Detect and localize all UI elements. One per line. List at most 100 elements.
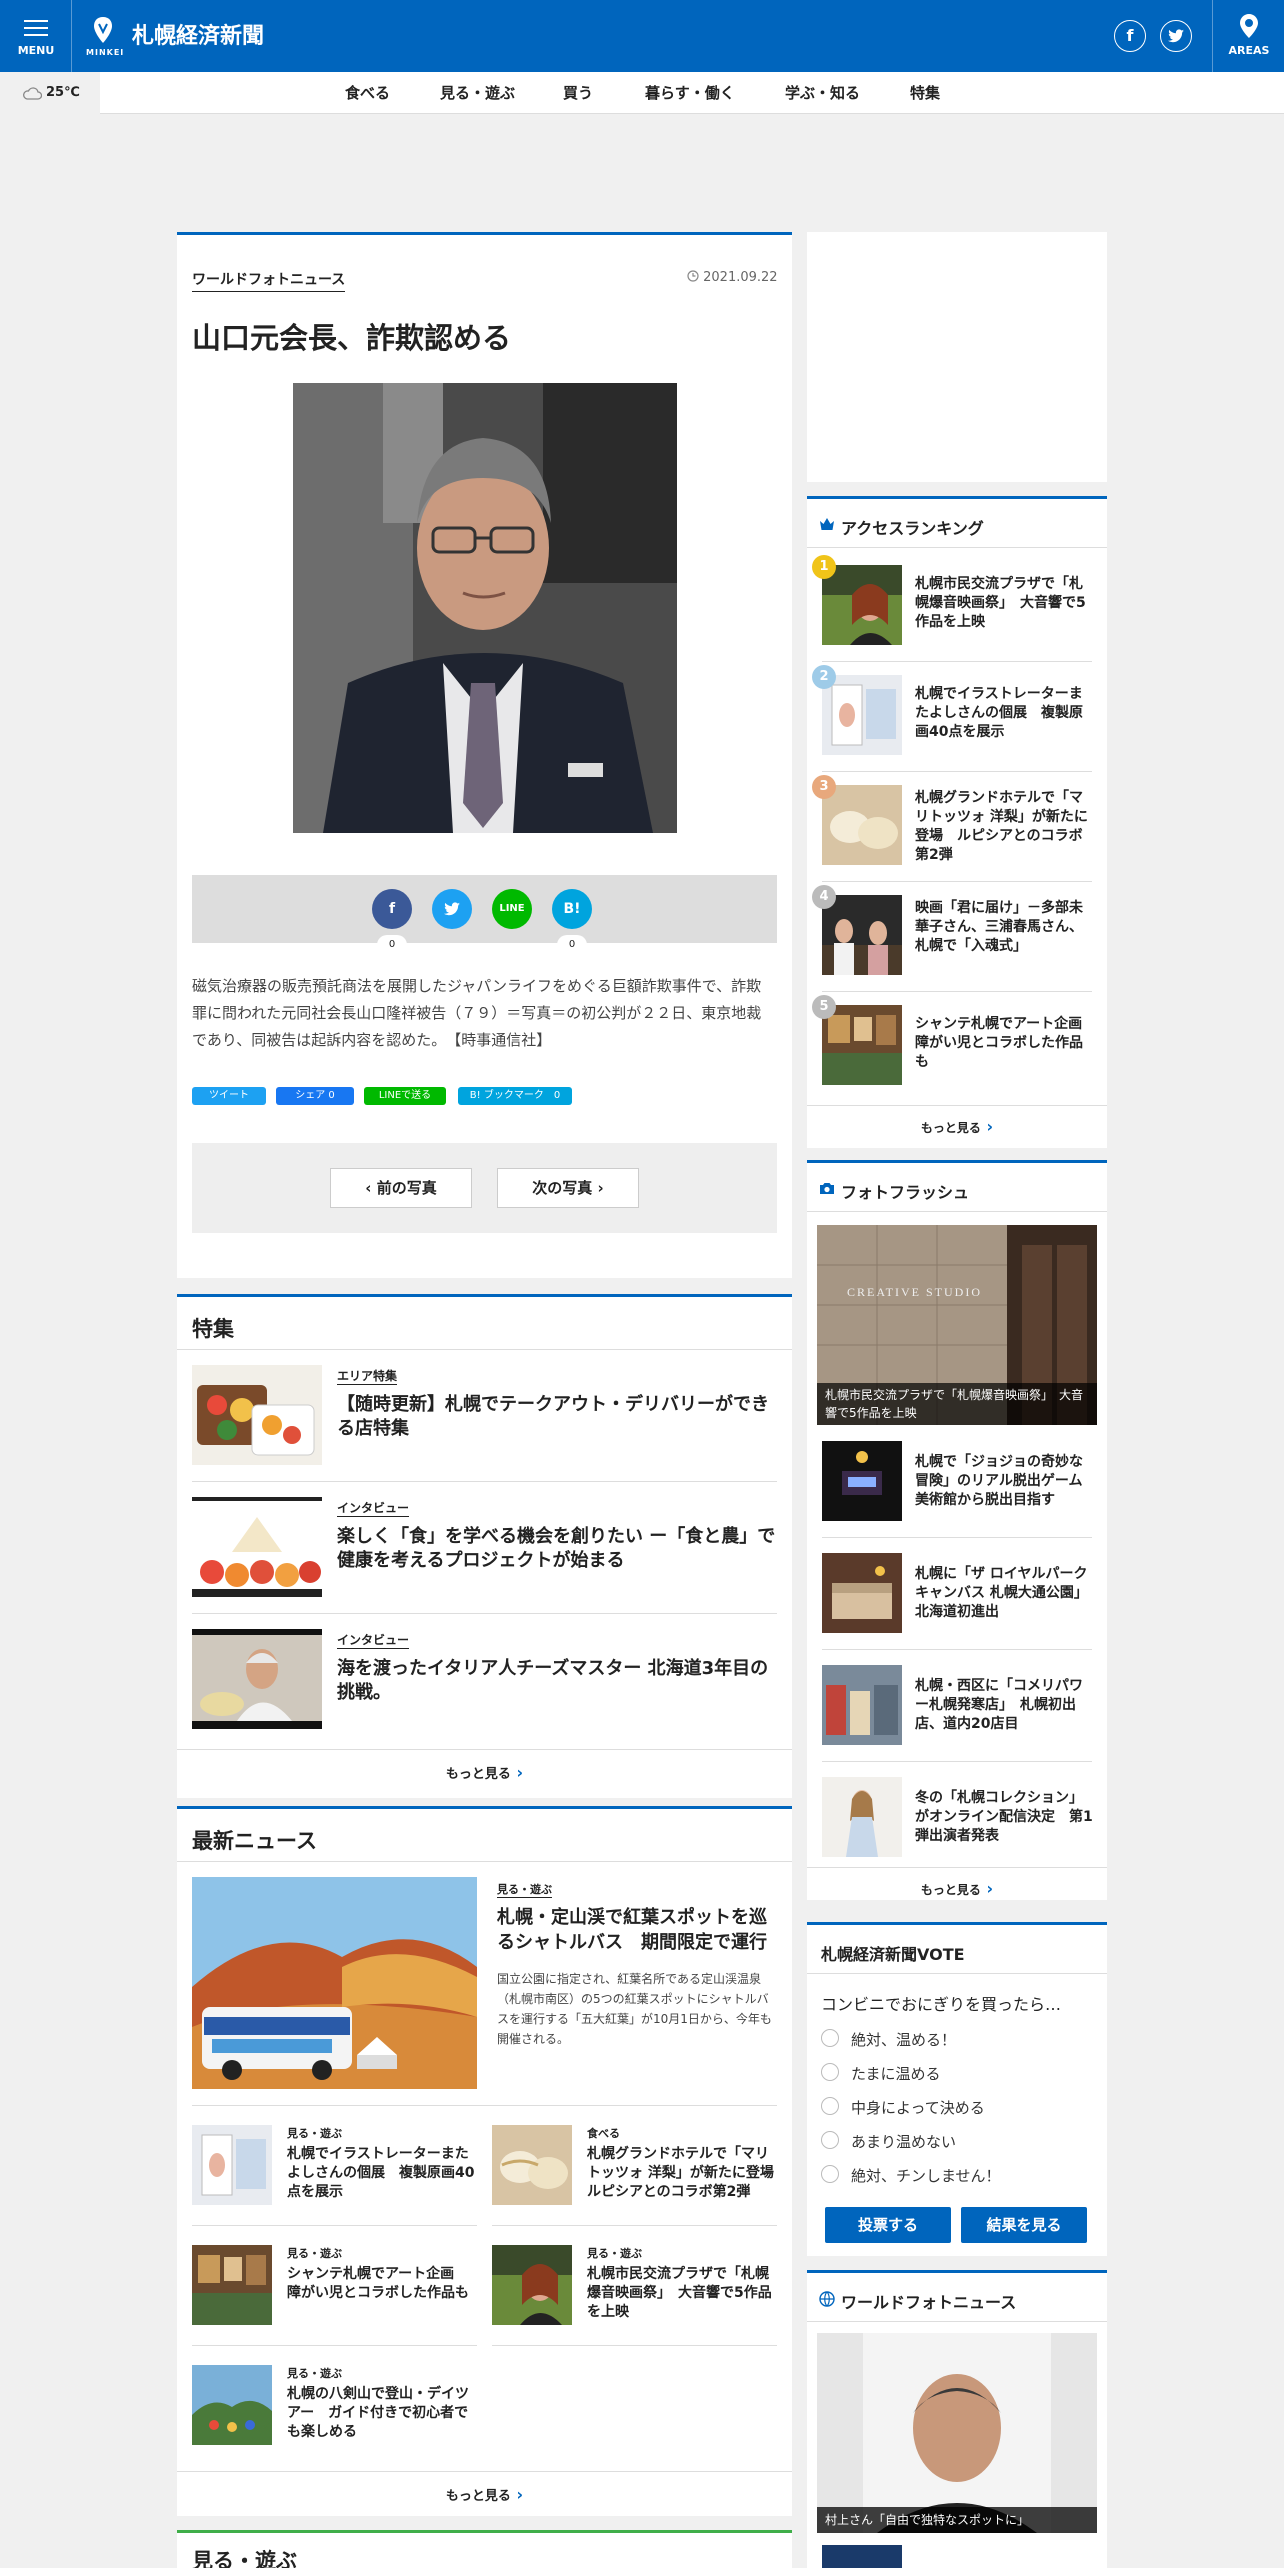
- features-more-link[interactable]: もっと見る: [177, 1763, 792, 1782]
- ranking-more-link[interactable]: もっと見る: [807, 1117, 1107, 1136]
- hatena-bookmark-button[interactable]: B! ブックマーク 0: [458, 1087, 572, 1105]
- photo-pager: ‹ 前の写真 次の写真 ›: [192, 1143, 777, 1233]
- ranking-thumb[interactable]: [822, 565, 902, 645]
- vote-radio[interactable]: [821, 2029, 839, 2047]
- news-thumb[interactable]: [192, 2365, 272, 2445]
- ranking-thumb[interactable]: [822, 785, 902, 865]
- areas-button[interactable]: AREAS: [1212, 0, 1284, 72]
- article-photo: [293, 383, 677, 833]
- feature-title[interactable]: 海を渡ったイタリア人チーズマスター 北海道3年目の挑戦。: [337, 1657, 777, 1705]
- lead-news-title[interactable]: 札幌・定山渓で紅葉スポットを巡るシャトルバス 期間限定で運行: [497, 1905, 782, 1955]
- vote-option[interactable]: 絶対、温める！: [851, 2029, 956, 2050]
- line-send-button[interactable]: LINEで送る: [364, 1087, 446, 1105]
- vote-option[interactable]: たまに温める: [851, 2063, 941, 2084]
- feature-thumb[interactable]: [192, 1365, 322, 1465]
- photoflash-item-title[interactable]: 札幌に「ザ ロイヤルパークキャンバス 札幌大通公園」 北海道初進出: [915, 1565, 1095, 1622]
- facebook-share-icon[interactable]: f: [372, 889, 412, 929]
- nav-item-learn[interactable]: 学ぶ・知る: [785, 72, 860, 114]
- ranking-thumb[interactable]: [822, 1005, 902, 1085]
- fb-share-button[interactable]: シェア 0: [276, 1087, 354, 1105]
- prev-photo-button[interactable]: ‹ 前の写真: [330, 1168, 472, 1208]
- hatena-share-count: 0: [557, 935, 587, 955]
- facebook-share-count: 0: [377, 935, 407, 955]
- article-category[interactable]: ワールドフォトニュース: [192, 269, 346, 292]
- news-tag[interactable]: 見る・遊ぶ: [587, 2245, 642, 2261]
- vote-option[interactable]: あまり温めない: [851, 2131, 956, 2152]
- photoflash-lead-photo[interactable]: CREATIVE STUDIO 札幌市民交流プラザで「札幌爆音映画祭」 大音響で…: [817, 1225, 1097, 1425]
- ranking-thumb[interactable]: [822, 895, 902, 975]
- news-tag[interactable]: 食べる: [587, 2125, 620, 2141]
- ad-slot: [807, 232, 1107, 482]
- twitter-share-icon[interactable]: [432, 889, 472, 929]
- lead-news-tag[interactable]: 見る・遊ぶ: [497, 1881, 552, 1898]
- news-title[interactable]: 札幌市民交流プラザで「札幌爆音映画祭」 大音響で5作品を上映: [587, 2265, 777, 2322]
- vote-radio[interactable]: [821, 2063, 839, 2081]
- photoflash-thumb[interactable]: [822, 1777, 902, 1857]
- ranking-item-title[interactable]: 映画「君に届け」－多部未華子さん、三浦春馬さん、札幌で「入魂式」: [915, 899, 1095, 956]
- photoflash-thumb[interactable]: [822, 1441, 902, 1521]
- feature-tag[interactable]: エリア特集: [337, 1367, 398, 1385]
- news-tag[interactable]: 見る・遊ぶ: [287, 2125, 342, 2141]
- feature-thumb[interactable]: [192, 1497, 322, 1597]
- news-title[interactable]: 札幌でイラストレーターまたよしさんの個展 複製原画40点を展示: [287, 2145, 477, 2202]
- vote-option[interactable]: 中身によって決める: [851, 2097, 985, 2118]
- menu-label: MENU: [17, 44, 55, 57]
- logo-sub: MINKEI: [86, 48, 125, 57]
- menu-button[interactable]: MENU: [0, 0, 72, 72]
- feature-title[interactable]: 楽しく「食」を学べる機会を創りたい ー「食と農」で健康を考えるプロジェクトが始ま…: [337, 1525, 777, 1573]
- twitter-icon[interactable]: [1160, 20, 1192, 52]
- next-photo-button[interactable]: 次の写真 ›: [497, 1168, 639, 1208]
- feature-tag[interactable]: インタビュー: [337, 1631, 410, 1649]
- photoflash-more-link[interactable]: もっと見る: [807, 1879, 1107, 1898]
- nav-item-see-play[interactable]: 見る・遊ぶ: [440, 72, 515, 114]
- vote-submit-button[interactable]: 投票する: [825, 2207, 951, 2243]
- news-tag[interactable]: 見る・遊ぶ: [287, 2365, 342, 2381]
- feature-title[interactable]: 【随時更新】札幌でテークアウト・デリバリーができる店特集: [337, 1393, 777, 1441]
- latest-more-link[interactable]: もっと見る: [177, 2485, 792, 2504]
- news-thumb[interactable]: [192, 2245, 272, 2325]
- vote-title: 札幌経済新聞VOTE: [821, 1945, 965, 1964]
- vote-results-button[interactable]: 結果を見る: [961, 2207, 1087, 2243]
- world-photo-thumb[interactable]: [822, 2545, 902, 2568]
- nav-item-buy[interactable]: 買う: [563, 72, 593, 114]
- globe-icon: [819, 2291, 835, 2307]
- news-title[interactable]: 札幌グランドホテルで「マリトッツォ 洋梨」が新たに登場 ルピシアとのコラボ第2弾: [587, 2145, 788, 2202]
- world-photo-lead[interactable]: 村上さん「自由で独特なスポットに」: [817, 2333, 1097, 2533]
- ranking-item-title[interactable]: 札幌市民交流プラザで「札幌爆音映画祭」 大音響で5作品を上映: [915, 575, 1095, 632]
- nav-item-eat[interactable]: 食べる: [345, 72, 390, 114]
- vote-radio[interactable]: [821, 2165, 839, 2183]
- rank-badge: 5: [812, 995, 836, 1019]
- hatena-share-icon[interactable]: B!: [552, 889, 592, 929]
- news-title[interactable]: 札幌の八剣山で登山・デイツアー ガイド付きで初心者でも楽しめる: [287, 2385, 477, 2442]
- site-header: MENU MINKEI 札幌経済新聞 f AREAS: [0, 0, 1284, 72]
- vote-radio[interactable]: [821, 2131, 839, 2149]
- photoflash-item-title[interactable]: 札幌で「ジョジョの奇妙な冒険」のリアル脱出ゲーム 美術館から脱出目指す: [915, 1453, 1096, 1510]
- photoflash-title: フォトフラッシュ: [841, 1183, 970, 1202]
- photoflash-section: フォトフラッシュ CREATIVE STUDIO 札幌市民交流プラザで「札幌爆音…: [807, 1160, 1107, 1900]
- facebook-icon[interactable]: f: [1114, 20, 1146, 52]
- lead-news-photo[interactable]: [192, 1877, 477, 2089]
- nav-item-features[interactable]: 特集: [910, 72, 940, 114]
- line-share-icon[interactable]: LINE: [492, 889, 532, 929]
- vote-radio[interactable]: [821, 2097, 839, 2115]
- ranking-item-title[interactable]: 札幌でイラストレーターまたよしさんの個展 複製原画40点を展示: [915, 685, 1095, 742]
- news-thumb[interactable]: [492, 2125, 572, 2205]
- news-title[interactable]: シャンテ札幌でアート企画 障がい児とコラボした作品も: [287, 2265, 477, 2303]
- photoflash-thumb[interactable]: [822, 1665, 902, 1745]
- ranking-item-title[interactable]: 札幌グランドホテルで「マリトッツォ 洋梨」が新たに登場 ルピシアとのコラボ第2弾: [915, 789, 1095, 865]
- feature-thumb[interactable]: [192, 1629, 322, 1729]
- news-thumb[interactable]: [492, 2245, 572, 2325]
- vote-option[interactable]: 絶対、チンしません！: [851, 2165, 1001, 2186]
- ranking-thumb[interactable]: [822, 675, 902, 755]
- news-tag[interactable]: 見る・遊ぶ: [287, 2245, 342, 2261]
- photoflash-thumb[interactable]: [822, 1553, 902, 1633]
- nav-item-live-work[interactable]: 暮らす・働く: [645, 72, 735, 114]
- feature-tag[interactable]: インタビュー: [337, 1499, 410, 1517]
- news-thumb[interactable]: [192, 2125, 272, 2205]
- features-title: 特集: [192, 1317, 234, 1341]
- weather-widget: 25℃: [0, 72, 100, 114]
- tweet-button[interactable]: ツイート: [192, 1087, 266, 1105]
- photoflash-item-title[interactable]: 冬の「札幌コレクション」がオンライン配信決定 第1弾出演者発表: [915, 1789, 1095, 1846]
- ranking-item-title[interactable]: シャンテ札幌でアート企画 障がい児とコラボした作品も: [915, 1015, 1096, 1072]
- photoflash-item-title[interactable]: 札幌・西区に「コメリパワー札幌発寒店」 札幌初出店、道内20店目: [915, 1677, 1095, 1734]
